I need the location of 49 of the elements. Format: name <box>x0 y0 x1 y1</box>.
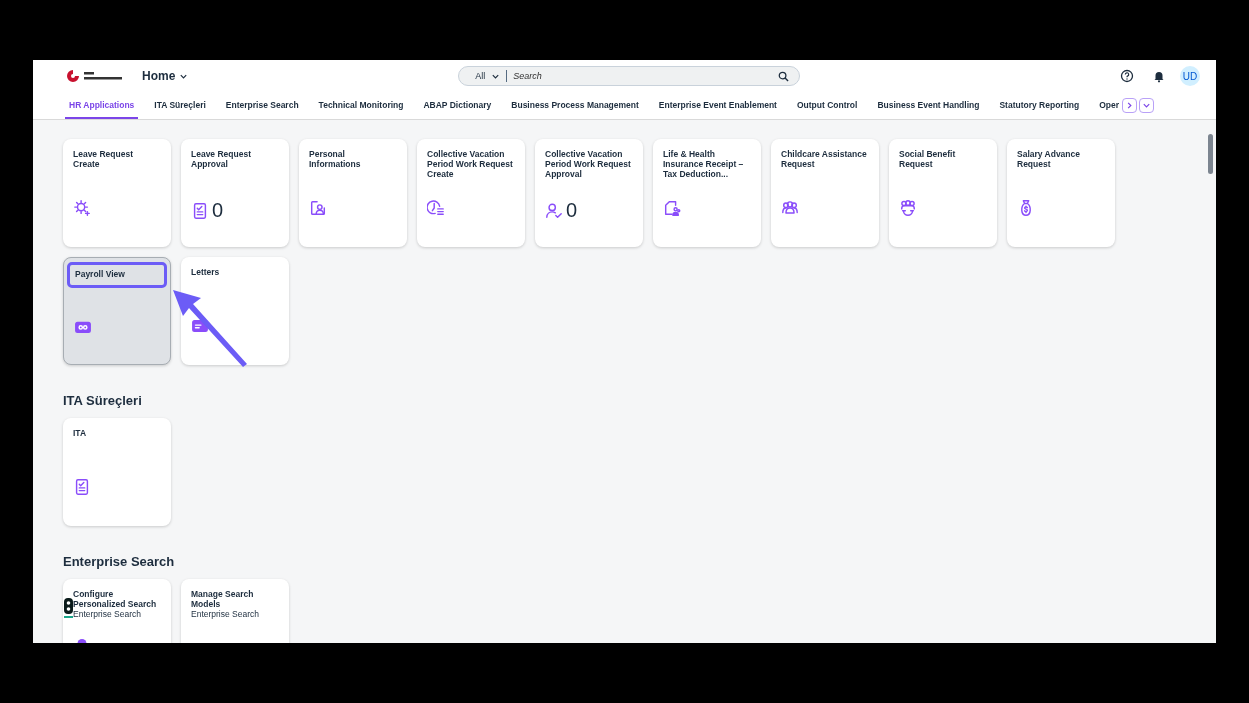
tab[interactable]: HR Applications <box>65 92 139 119</box>
tab[interactable]: Business Event Handling <box>873 92 984 119</box>
scope-dropdown[interactable]: All <box>469 70 508 82</box>
tab[interactable]: Oper <box>1095 92 1121 119</box>
app-tile[interactable]: Manage Search Models Enterprise Search <box>181 579 289 643</box>
tile-title: ITA <box>73 428 88 438</box>
group-title: ITA Süreçleri <box>63 393 143 408</box>
tile-title: Collective Vacation Period Work Request Create <box>427 149 514 179</box>
tile-title: Manage Search Models <box>191 589 255 609</box>
tab[interactable]: Enterprise Search <box>221 92 303 119</box>
tab[interactable]: Enterprise Event Enablement <box>654 92 781 119</box>
group-title: Enterprise Search <box>63 554 176 569</box>
tile-title: Letters <box>191 267 221 277</box>
app-tile[interactable]: Configure Personalized Search Enterprise Search <box>63 579 171 643</box>
tab[interactable]: Statutory Reporting <box>995 92 1084 119</box>
tile-title: Salary Advance Request <box>1017 149 1081 169</box>
tile-subtitle: Enterprise Search <box>73 609 143 619</box>
app-tile[interactable]: Personal Informations <box>299 139 407 247</box>
app-tile[interactable]: Letters <box>181 257 289 365</box>
tab[interactable]: ITA Süreçleri <box>150 92 210 119</box>
tile-count: 0 <box>566 199 578 222</box>
app-tile[interactable]: Payroll View <box>63 257 171 365</box>
tab[interactable]: Output Control <box>792 92 862 119</box>
tab[interactable]: Business Process Management <box>507 92 643 119</box>
app-tile[interactable]: Collective Vacation Period Work Request Create <box>417 139 525 247</box>
tab[interactable]: ABAP Dictionary <box>419 92 496 119</box>
tile-title: Personal Informations <box>309 149 362 169</box>
app-tile[interactable]: Social Benefit Request <box>889 139 997 247</box>
app-tile[interactable]: Childcare Assistance Request <box>771 139 879 247</box>
home-menu[interactable]: Home <box>142 69 189 83</box>
tile-count: 0 <box>212 199 224 222</box>
tile-title: Life & Health Insurance Receipt – Tax Deduction... <box>663 149 745 179</box>
tile-subtitle: Enterprise Search <box>191 609 261 619</box>
user-avatar[interactable]: UD <box>1180 66 1200 86</box>
tile-title: Social Benefit Request <box>899 149 957 169</box>
search-field[interactable]: All Search <box>458 66 801 86</box>
app-tile[interactable]: Leave Request Create <box>63 139 171 247</box>
tile-title: Leave Request Create <box>73 149 134 169</box>
app-tile[interactable]: Salary Advance Request <box>1007 139 1115 247</box>
tile-title: Payroll View <box>67 262 167 288</box>
tile-title: Leave Request Approval <box>191 149 252 169</box>
app-tile[interactable]: ITA <box>63 418 171 526</box>
app-tile[interactable]: Collective Vacation Period Work Request Approval 0 <box>535 139 643 247</box>
tile-title: Configure Personalized Search <box>73 589 158 609</box>
app-tile[interactable]: Leave Request Approval 0 <box>181 139 289 247</box>
tab[interactable]: Technical Monitoring <box>314 92 408 119</box>
tile-title: Childcare Assistance Request <box>781 149 868 169</box>
tile-title: Collective Vacation Period Work Request Approval <box>545 149 632 179</box>
app-tile[interactable]: Life & Health Insurance Receipt – Tax Deduction... <box>653 139 761 247</box>
